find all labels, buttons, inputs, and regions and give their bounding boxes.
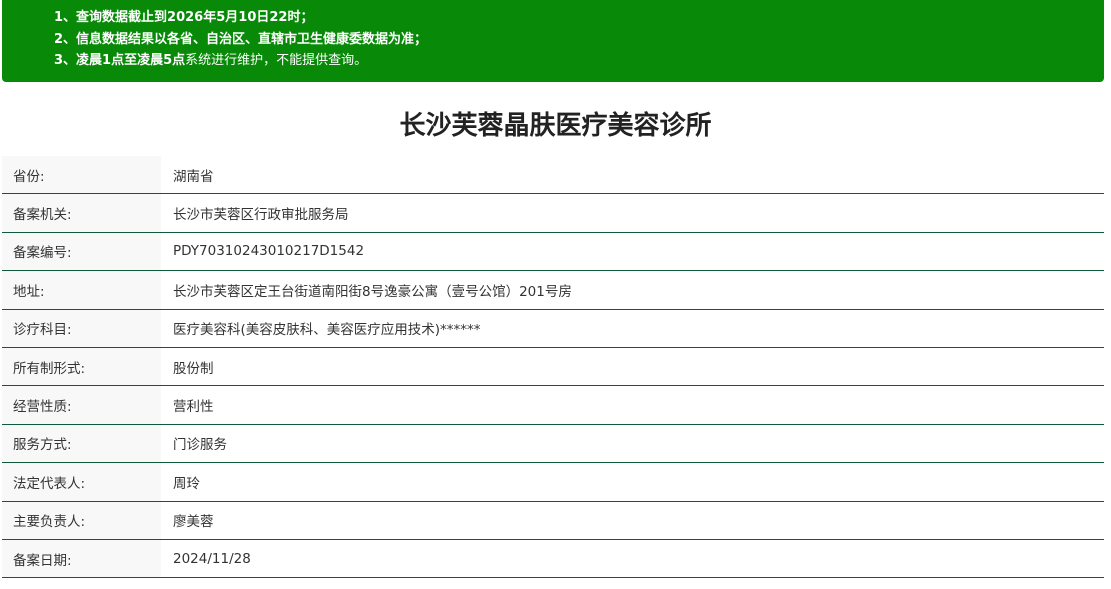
row-value: 营利性 <box>161 385 1104 425</box>
row-label: 所有制形式: <box>2 347 161 387</box>
notice-banner: 1、查询数据截止到2026年5月10日22时； 2、信息数据结果以各省、自治区、… <box>2 0 1104 82</box>
table-row-record-number: 备案编号: PDY70310243010217D1542 <box>2 232 1104 272</box>
row-value: 门诊服务 <box>161 424 1104 464</box>
row-value: 2024/11/28 <box>161 539 1104 579</box>
table-row-departments: 诊疗科目: 医疗美容科(美容皮肤科、美容医疗应用技术)****** <box>2 309 1104 348</box>
table-row-business-nature: 经营性质: 营利性 <box>2 385 1104 425</box>
table-row-legal-rep: 法定代表人: 周玲 <box>2 462 1104 502</box>
row-value: 湖南省 <box>161 156 1104 195</box>
row-label: 备案编号: <box>2 232 161 272</box>
table-row-person-in-charge: 主要负责人: 廖美蓉 <box>2 501 1104 540</box>
notice-line-3: 3、凌晨1点至凌晨5点系统进行维护，不能提供查询。 <box>54 50 1104 72</box>
info-table: 省份: 湖南省 备案机关: 长沙市芙蓉区行政审批服务局 备案编号: PDY703… <box>2 156 1104 579</box>
table-row-ownership: 所有制形式: 股份制 <box>2 347 1104 387</box>
row-label: 备案日期: <box>2 539 161 579</box>
row-value: 长沙市芙蓉区行政审批服务局 <box>161 193 1104 233</box>
table-row-authority: 备案机关: 长沙市芙蓉区行政审批服务局 <box>2 193 1104 233</box>
row-label: 诊疗科目: <box>2 309 161 348</box>
row-label: 省份: <box>2 156 161 195</box>
notice-line-1-prefix: 1、 <box>54 10 77 25</box>
table-row-service-mode: 服务方式: 门诊服务 <box>2 424 1104 464</box>
row-value: PDY70310243010217D1542 <box>161 232 1104 272</box>
row-label: 法定代表人: <box>2 462 161 502</box>
table-row-province: 省份: 湖南省 <box>2 156 1104 195</box>
row-label: 经营性质: <box>2 385 161 425</box>
table-row-record-date: 备案日期: 2024/11/28 <box>2 539 1104 579</box>
row-label: 服务方式: <box>2 424 161 464</box>
notice-line-3-bold: 凌晨1点至凌晨5点 <box>76 53 186 68</box>
notice-line-2-text: 信息数据结果以各省、自治区、直辖市卫生健康委数据为准； <box>76 31 428 47</box>
notice-line-3-prefix: 3、 <box>54 53 77 68</box>
row-value: 长沙市芙蓉区定王台街道南阳街8号逸豪公寓（壹号公馆）201号房 <box>161 270 1104 310</box>
row-label: 主要负责人: <box>2 501 161 540</box>
page-title: 长沙芙蓉晶肤医疗美容诊所 <box>399 111 712 141</box>
notice-line-3-rest: 系统进行维护，不能提供查询。 <box>185 53 368 68</box>
notice-line-1-text: 查询数据截止到2026年5月10日22时； <box>76 10 314 25</box>
row-value: 股份制 <box>161 347 1104 387</box>
row-value: 周玲 <box>161 462 1104 502</box>
notice-line-1: 1、查询数据截止到2026年5月10日22时； <box>54 7 1104 29</box>
table-row-address: 地址: 长沙市芙蓉区定王台街道南阳街8号逸豪公寓（壹号公馆）201号房 <box>2 270 1104 310</box>
notice-line-2-prefix: 2、 <box>54 31 77 47</box>
row-label: 地址: <box>2 270 161 310</box>
row-value: 廖美蓉 <box>161 501 1104 540</box>
notice-line-2: 2、信息数据结果以各省、自治区、直辖市卫生健康委数据为准； <box>54 29 1104 51</box>
row-label: 备案机关: <box>2 193 161 233</box>
row-value: 医疗美容科(美容皮肤科、美容医疗应用技术)****** <box>161 309 1104 348</box>
